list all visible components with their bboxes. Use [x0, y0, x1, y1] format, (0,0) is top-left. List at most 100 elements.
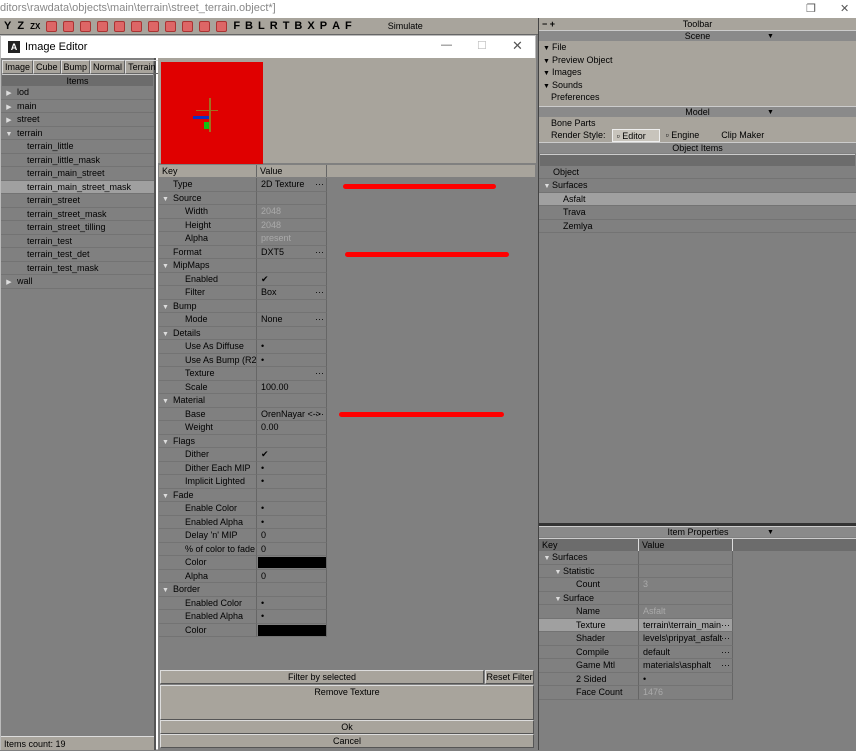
property-row[interactable]: Enabled Alpha • — [159, 515, 535, 529]
view-button-p[interactable]: P — [320, 20, 327, 32]
maximize-icon[interactable]: ☐ — [477, 39, 487, 52]
property-row[interactable]: Texture ··· — [159, 367, 535, 381]
remove-texture-button[interactable]: Remove Texture — [160, 685, 534, 720]
model-header[interactable]: Model ▼ — [539, 105, 856, 117]
property-row[interactable]: Enabled Alpha • — [159, 610, 535, 624]
bone-parts-item[interactable]: Bone Parts — [551, 117, 856, 130]
tab-image[interactable]: Image — [2, 60, 34, 74]
property-value[interactable]: terrain\terrain_main_ ··· — [639, 618, 733, 632]
tool-icon[interactable] — [80, 20, 92, 32]
item-property-row[interactable]: ▼ Surface — [539, 591, 856, 607]
tree-item[interactable]: ▶ main — [1, 100, 154, 115]
property-row[interactable]: ▼ Fade — [159, 488, 535, 502]
property-value[interactable]: DXT5 ··· — [257, 245, 327, 259]
axis-y-button[interactable]: Y — [4, 20, 11, 32]
property-row[interactable]: ▼ Source — [159, 191, 535, 205]
scene-item[interactable]: ▼ Images — [543, 66, 856, 79]
ellipsis-button[interactable]: ··· — [721, 659, 730, 672]
tool-icon[interactable] — [63, 20, 75, 32]
scene-header[interactable]: Scene ▼ — [539, 30, 856, 41]
restore-icon[interactable]: ❐ — [806, 2, 816, 15]
tree-item[interactable]: terrain_test — [1, 235, 154, 248]
item-property-row[interactable]: ▼ Surfaces — [539, 551, 856, 565]
property-value[interactable]: • — [257, 461, 327, 475]
property-row[interactable]: ▼ Bump — [159, 299, 535, 313]
object-item[interactable]: Asfalt — [539, 192, 856, 206]
scene-item[interactable]: ▼ File — [543, 41, 856, 54]
property-row[interactable]: Color — [159, 623, 535, 637]
expanded-arrow-icon[interactable]: ▼ — [542, 180, 552, 194]
object-item[interactable]: Zemlya — [539, 220, 856, 233]
property-row[interactable]: Color — [159, 556, 535, 570]
property-row[interactable]: Delay 'n' MIP 0 — [159, 529, 535, 543]
property-row[interactable]: Height 2048 — [159, 218, 535, 232]
property-value[interactable]: 100.00 — [257, 380, 327, 394]
expanded-arrow-icon[interactable]: ▼ — [162, 436, 173, 448]
property-row[interactable]: Alpha 0 — [159, 569, 535, 583]
ellipsis-button[interactable]: ··· — [315, 313, 324, 326]
expanded-arrow-icon[interactable]: ▼ — [162, 584, 173, 596]
collapse-expand-buttons[interactable]: − + — [542, 18, 555, 30]
view-button-r[interactable]: R — [270, 20, 278, 32]
axis-zx-button[interactable]: ZX — [30, 22, 40, 31]
tree-item[interactable]: ▼ terrain — [1, 127, 154, 142]
ellipsis-button[interactable]: ··· — [721, 618, 730, 632]
property-value[interactable]: 0.00 — [257, 421, 327, 435]
simulate-button[interactable]: Simulate — [388, 21, 423, 31]
expanded-arrow-icon[interactable]: ▼ — [162, 395, 173, 407]
property-row[interactable]: Scale 100.00 — [159, 380, 535, 394]
item-property-row[interactable]: 2 Sided • — [539, 672, 856, 686]
filter-by-selected-button[interactable]: Filter by selected — [160, 670, 484, 684]
expanded-arrow-icon[interactable]: ▼ — [162, 301, 173, 313]
ellipsis-button[interactable]: ··· — [721, 632, 730, 645]
ellipsis-button[interactable]: ··· — [315, 246, 324, 259]
tool-icon[interactable] — [114, 20, 126, 32]
property-value[interactable]: None ··· — [257, 313, 327, 327]
tree-item[interactable]: terrain_street_mask — [1, 208, 154, 221]
property-value[interactable]: • — [257, 340, 327, 354]
scene-item[interactable]: ▼ Preview Object — [543, 54, 856, 67]
property-value[interactable]: ✔ — [257, 272, 327, 286]
expanded-arrow-icon[interactable]: ▼ — [162, 328, 173, 340]
ok-button[interactable]: Ok — [160, 720, 534, 734]
property-value[interactable]: OrenNayar <-> ··· — [257, 407, 327, 421]
tree-item[interactable]: terrain_street_tilling — [1, 221, 154, 235]
item-property-row[interactable]: Name Asfalt — [539, 605, 856, 619]
collapsed-arrow-icon[interactable]: ▶ — [4, 101, 14, 115]
property-row[interactable]: Implicit Lighted • — [159, 475, 535, 489]
expanded-arrow-icon[interactable]: ▼ — [553, 566, 563, 580]
property-row[interactable]: Width 2048 — [159, 205, 535, 219]
item-property-row[interactable]: Face Count 1476 — [539, 686, 856, 700]
tool-icon[interactable] — [165, 20, 177, 32]
property-row[interactable]: Enabled ✔ — [159, 272, 535, 286]
reset-filter-button[interactable]: Reset Filter — [485, 670, 534, 684]
item-property-row[interactable]: Shader levels\pripyat_asfalt ··· — [539, 632, 856, 646]
item-property-row[interactable]: Compile default ··· — [539, 645, 856, 659]
tree-item[interactable]: terrain_main_street — [1, 167, 154, 181]
tool-icon[interactable] — [199, 20, 211, 32]
view-button-l[interactable]: L — [258, 20, 265, 32]
view-button-b[interactable]: B — [245, 20, 253, 32]
view-button-f[interactable]: F — [345, 20, 352, 32]
expanded-arrow-icon[interactable]: ▼ — [553, 593, 563, 607]
clip-maker-item[interactable]: Clip Maker — [721, 129, 764, 142]
ellipsis-button[interactable]: ··· — [315, 286, 324, 299]
expanded-arrow-icon[interactable]: ▼ — [162, 490, 173, 502]
engine-render-radio[interactable]: ▫ Engine — [666, 129, 700, 142]
item-properties-header[interactable]: Item Properties ▼ — [539, 526, 856, 537]
property-value[interactable]: Box ··· — [257, 286, 327, 300]
tree-item[interactable]: terrain_little — [1, 140, 154, 154]
tab-normal[interactable]: Normal — [90, 60, 126, 74]
view-button-x[interactable]: X — [307, 20, 314, 32]
color-swatch[interactable] — [258, 624, 326, 636]
item-property-row[interactable]: ▼ Statistic — [539, 564, 856, 580]
property-value[interactable]: 0 — [257, 542, 327, 556]
ellipsis-button[interactable]: ··· — [315, 367, 324, 380]
tool-icon[interactable] — [97, 20, 109, 32]
close-icon[interactable]: ✕ — [840, 2, 849, 15]
tree-item[interactable]: ▶ street — [1, 113, 154, 127]
property-row[interactable]: Dither Each MIP • — [159, 461, 535, 475]
expanded-arrow-icon[interactable]: ▼ — [4, 128, 14, 142]
view-button-a[interactable]: A — [332, 20, 340, 32]
scene-item[interactable]: Preferences — [543, 91, 856, 104]
